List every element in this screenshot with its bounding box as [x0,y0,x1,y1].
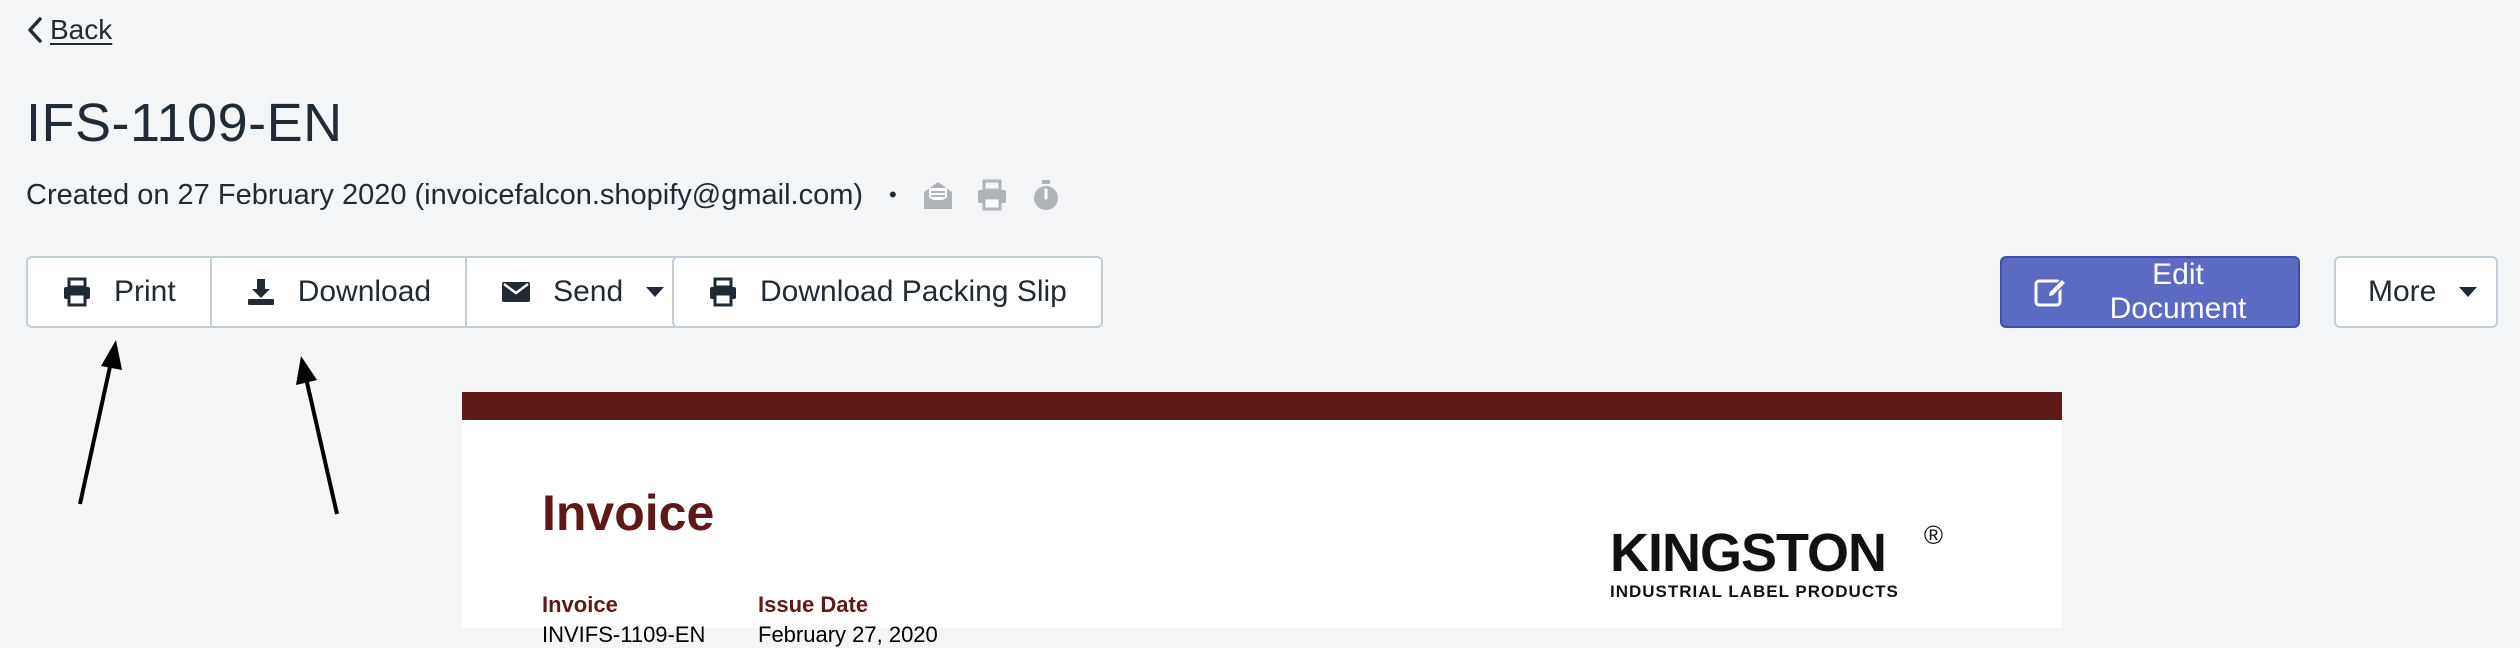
logo-wordmark: KINGSTON ® [1610,520,1943,583]
chevron-left-icon [28,17,42,43]
page-title: IFS-1109-EN [26,93,343,153]
edit-document-label: Edit Document [2109,258,2247,325]
more-label: More [2368,275,2437,308]
invoice-preview: Invoice Invoice INVIFS-1109-EN Issue Dat… [462,392,2062,647]
arrow-icon [78,340,122,505]
envelope-icon [502,282,531,302]
caret-down-icon [2459,287,2478,297]
print-label: Print [114,275,176,308]
printer-icon [710,277,736,307]
packing-slip-label: Download Packing Slip [760,275,1067,308]
document-meta: Created on 27 February 2020 (invoicefalc… [26,178,1083,212]
back-label: Back [50,14,113,45]
edit-group: Edit Document [2000,256,2300,328]
download-label: Download [297,275,432,308]
document-actions-group: Print Download Send [26,256,702,328]
back-link[interactable]: Back [26,14,112,46]
timer-icon [1033,180,1058,210]
printer-icon [64,277,90,307]
email-sent-icon [923,182,952,209]
arrow-icon [296,356,339,515]
printed-icon [977,179,1006,211]
print-button[interactable]: Print [26,256,212,328]
more-button[interactable]: More [2334,256,2498,328]
invoice-number-label: Invoice [542,592,618,617]
edit-icon [2034,277,2068,307]
more-group: More [2334,256,2498,328]
created-text: Created on 27 February 2020 (invoicefalc… [26,178,864,211]
logo-tagline: INDUSTRIAL LABEL PRODUCTS [1610,582,1899,601]
edit-document-button[interactable]: Edit Document [2000,256,2300,328]
issue-date-label: Issue Date [758,592,869,617]
meta-separator: • [889,182,897,207]
issue-date-value: February 27, 2020 [758,622,938,647]
download-button[interactable]: Download [211,256,468,328]
download-packing-slip-button[interactable]: Download Packing Slip [672,256,1103,328]
invoice-number-value: INVIFS-1109-EN [542,622,706,647]
send-label: Send [553,275,624,308]
packing-slip-group: Download Packing Slip [672,256,1103,328]
invoice-heading: Invoice [542,485,715,541]
download-icon [247,279,274,305]
send-button[interactable]: Send [467,256,702,328]
company-logo: KINGSTON ® INDUSTRIAL LABEL PRODUCTS [1610,520,1950,602]
caret-down-icon [646,287,665,297]
